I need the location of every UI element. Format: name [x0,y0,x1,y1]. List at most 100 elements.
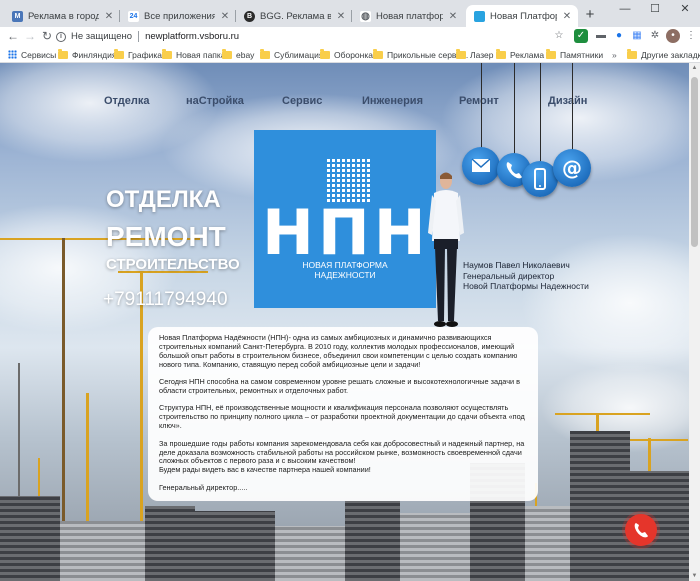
bookmark-item[interactable]: Новая папка [162,48,226,61]
scrollbar-thumb[interactable] [691,77,698,247]
crane-boom [555,413,650,415]
cloud [520,233,689,373]
director-role: Генеральный директор [463,270,555,281]
bookmark-item[interactable]: Сервисы [8,48,56,61]
browser-toolbar: ← → ↻ i Не защищено newplatform.vsboru.r… [0,27,700,46]
browser-tab-active[interactable]: Новая Платформа Надежн ✕ [466,5,578,27]
tab-favicon-icon: 24 [128,10,139,22]
close-icon[interactable]: ✕ [336,11,346,22]
tab-title: Все приложения [144,10,215,22]
browser-tab[interactable]: M Реклама в городе Сосновый ✕ [4,5,120,27]
logo-subtitle: НОВАЯ ПЛАТФОРМА НАДЕЖНОСТИ [302,260,388,280]
close-window-icon[interactable]: ✕ [670,0,700,18]
puzzle-icon[interactable]: ✲ [648,29,662,43]
logo-letters: НПН [262,196,430,269]
building [0,496,60,581]
bookmark-item[interactable]: Реклама [496,48,544,61]
nav-link-inzheneriya[interactable]: Инженерия [362,95,423,107]
folder-icon [58,48,68,59]
extension-check-icon[interactable]: ✓ [574,29,588,43]
call-button[interactable] [625,514,657,546]
about-panel: Новая Платформа Надёжности (НПН)- одна и… [148,327,538,501]
folder-icon [162,48,172,59]
extension-icon[interactable]: ● [612,29,626,43]
scroll-down-icon[interactable]: ▼ [691,573,698,579]
tab-title: Новая платформа надежн [376,10,443,22]
building [345,501,400,581]
bookmark-item[interactable]: Графика [114,48,162,61]
bookmark-item[interactable]: Памятники [546,48,603,61]
tab-strip: M Реклама в городе Сосновый ✕ 24 Все при… [0,0,700,27]
hero-line-stroitelstvo: СТРОИТЕЛЬСТВО [106,256,240,273]
bookmark-item[interactable]: Прикольные серви... [373,48,468,61]
maximize-icon[interactable]: ☐ [640,0,670,18]
folder-icon [373,48,383,59]
folder-icon [260,48,270,59]
bookmark-item[interactable]: Оборонка [320,48,373,61]
security-label: Не защищено [71,31,133,42]
building [570,431,630,581]
nav-link-otdelka[interactable]: Отделка [104,95,150,107]
hero-line-otdelka: ОТДЕЛКА [106,186,221,213]
phone-icon [634,523,648,538]
at-sign-icon[interactable]: @ [553,149,591,187]
tab-favicon-icon: B [244,10,255,22]
other-bookmarks[interactable]: Другие закладки [627,48,700,61]
menu-dots-icon[interactable]: ⋮ [684,29,698,43]
bookmark-item[interactable]: ebay [222,48,254,61]
info-icon[interactable]: i [56,31,66,42]
forward-icon[interactable]: → [22,28,38,44]
globe-icon: ◍ [360,10,371,22]
scroll-up-icon[interactable]: ▲ [691,65,698,71]
folder-icon [496,48,506,59]
avatar[interactable]: • [666,29,680,43]
svg-text:@: @ [562,156,582,180]
page-viewport: Отделка наСтройка Сервис Инженерия Ремон… [0,63,689,581]
url-text[interactable]: newplatform.vsboru.ru [145,31,239,42]
new-tab-button[interactable]: + [582,7,598,23]
folder-icon [627,48,637,59]
bookmark-item[interactable]: Лазер [456,48,493,61]
hero-line-remont: РЕМОНТ [106,221,226,252]
close-icon[interactable]: ✕ [104,11,114,22]
director-name: Наумов Павел Николаевич [463,260,570,270]
reload-icon[interactable]: ↻ [39,28,55,44]
building [400,513,470,581]
nav-link-remont[interactable]: Ремонт [459,95,499,107]
address-bar[interactable]: i Не защищено newplatform.vsboru.ru [56,28,536,45]
about-paragraph: Сегодня НПН способна на самом современно… [159,377,520,396]
browser-tab[interactable]: ◍ Новая платформа надежн ✕ [352,5,464,27]
folder-icon [222,48,232,59]
close-icon[interactable]: ✕ [562,11,572,22]
bookmark-item[interactable]: Сублимация [260,48,323,61]
folder-icon [320,48,330,59]
extension-icon[interactable]: ▦ [630,29,644,43]
about-paragraph: Новая Платформа Надёжности (НПН)- одна и… [159,333,518,369]
close-icon[interactable]: ✕ [448,11,458,22]
back-icon[interactable]: ← [5,28,21,44]
mail-icon[interactable] [462,147,500,185]
folder-icon [546,48,556,59]
nav-link-servis[interactable]: Сервис [282,95,322,107]
browser-tab[interactable]: 24 Все приложения ✕ [120,5,236,27]
tab-title: BGG. Реклама в городе Со [260,10,331,22]
star-icon[interactable]: ☆ [552,29,566,43]
director-photo [428,172,464,327]
extension-icon[interactable]: ▬ [594,29,608,43]
bookmark-item[interactable]: Финляндия [58,48,116,61]
director-caption: Наумов Павел Николаевич Генеральный дире… [463,260,589,292]
apps-grid-icon [8,50,17,59]
chevron-right-icon[interactable]: » [612,48,617,61]
minimize-icon[interactable]: — [610,0,640,18]
director-company: Новой Платформы Надежности [463,281,589,291]
page-scrollbar[interactable]: ▲ ▼ [689,63,700,581]
building [275,526,345,581]
nav-link-nastroyka[interactable]: наСтройка [186,95,244,107]
hero-phone[interactable]: +79111794940 [103,289,228,311]
close-icon[interactable]: ✕ [220,11,230,22]
nav-link-dizayn[interactable]: Дизайн [548,95,587,107]
building [525,506,570,581]
browser-tab[interactable]: B BGG. Реклама в городе Со ✕ [236,5,352,27]
building [60,521,145,581]
tab-favicon-icon: M [12,10,23,22]
